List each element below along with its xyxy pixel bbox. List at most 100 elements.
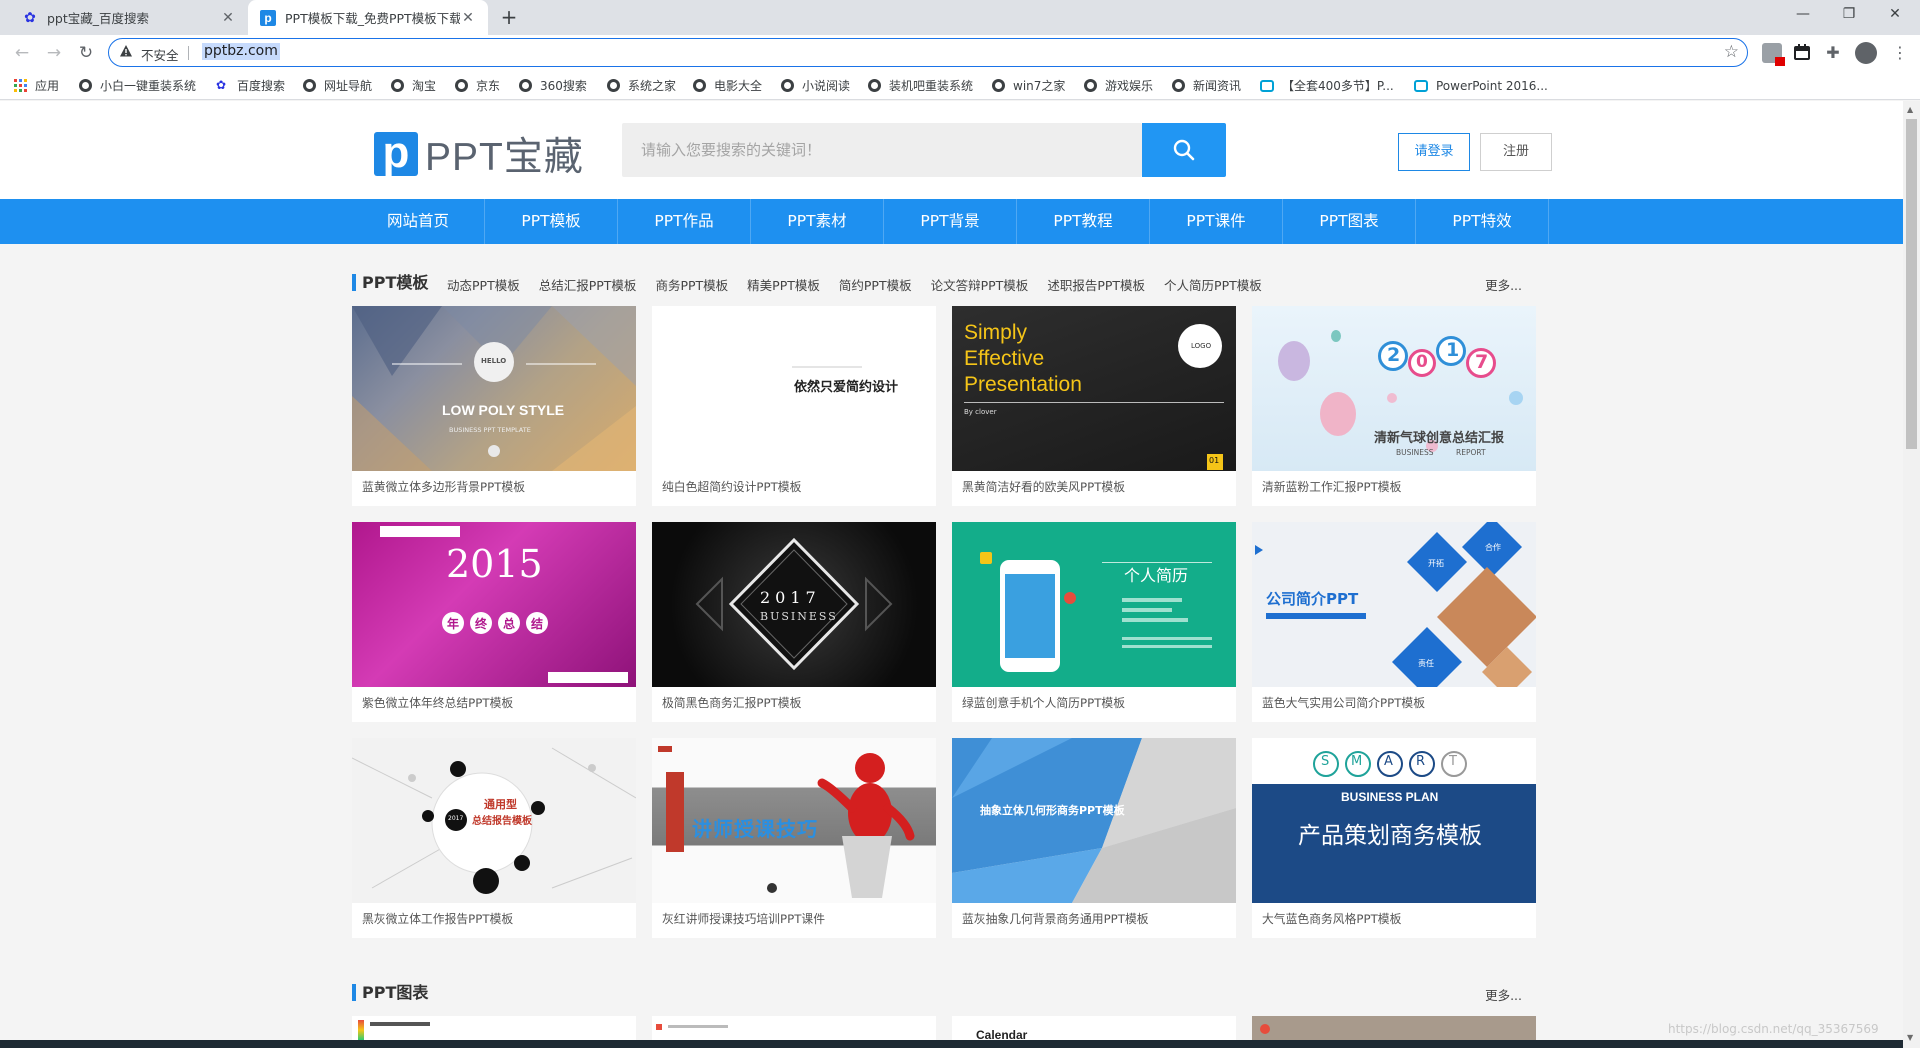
template-thumbnail[interactable]: HELLO LOW POLY STYLE BUSINESS PPT TEMPLA… — [352, 306, 636, 471]
bookmark-item[interactable]: PowerPoint 2016... — [1414, 77, 1548, 94]
profile-avatar-icon[interactable] — [1855, 42, 1877, 64]
template-card[interactable]: 2015 年 终 总 结 紫色微立体年终总结PPT模板 — [352, 522, 636, 722]
close-icon[interactable]: ✕ — [220, 10, 236, 26]
close-icon[interactable]: ✕ — [460, 10, 476, 26]
template-thumbnail[interactable]: 通用型 总结报告模板 2017 — [352, 738, 636, 903]
template-card[interactable]: 2017 BUSINESS 极简黑色商务汇报PPT模板 — [652, 522, 936, 722]
login-button[interactable]: 请登录 — [1398, 133, 1470, 171]
template-card[interactable]: HELLO LOW POLY STYLE BUSINESS PPT TEMPLA… — [352, 306, 636, 506]
template-card[interactable]: 依然只爱简约设计 纯白色超简约设计PPT模板 — [652, 306, 936, 506]
search-button[interactable] — [1142, 123, 1226, 177]
search-input[interactable] — [622, 123, 1142, 177]
template-title[interactable]: 蓝色大气实用公司简介PPT模板 — [1262, 694, 1425, 711]
template-title[interactable]: 紫色微立体年终总结PPT模板 — [362, 694, 513, 711]
url-text[interactable]: pptbz.com — [202, 43, 280, 60]
window-close-icon[interactable]: ✕ — [1872, 0, 1918, 30]
template-title[interactable]: 蓝黄微立体多边形背景PPT模板 — [362, 478, 525, 495]
extension-icon[interactable] — [1762, 43, 1785, 66]
subcategory-link[interactable]: 动态PPT模板 — [447, 275, 520, 294]
template-title[interactable]: 黑灰微立体工作报告PPT模板 — [362, 910, 513, 927]
scroll-up-arrow-icon[interactable]: ▲ — [1907, 105, 1913, 114]
nav-item-works[interactable]: PPT作品 — [618, 199, 751, 244]
forward-arrow-icon[interactable]: → — [42, 41, 66, 65]
nav-item-charts[interactable]: PPT图表 — [1283, 199, 1416, 244]
bookmark-star-icon[interactable]: ☆ — [1724, 42, 1739, 62]
template-card[interactable]: 通用型 总结报告模板 2017 黑灰微立体工作报告PPT模板 — [352, 738, 636, 938]
puzzle-extensions-icon[interactable]: ✚ — [1823, 43, 1843, 63]
template-thumbnail[interactable]: S M A R T BUSINESS PLAN 产品策划商务模板 — [1252, 738, 1536, 903]
template-thumbnail[interactable]: 抽象立体几何形商务PPT模板 — [952, 738, 1236, 903]
template-title[interactable]: 大气蓝色商务风格PPT模板 — [1262, 910, 1401, 927]
bookmark-item[interactable]: 新闻资讯 — [1172, 77, 1241, 94]
bookmark-item[interactable]: 【全套400多节】P... — [1260, 77, 1394, 94]
template-title[interactable]: 黑黄简洁好看的欧美风PPT模板 — [962, 478, 1125, 495]
bookmark-item[interactable]: 电影大全 — [693, 77, 762, 94]
template-thumbnail[interactable]: 2 0 1 7 清新气球创意总结汇报 BUSINESS REPORT — [1252, 306, 1536, 471]
template-thumbnail[interactable]: Simply Effective Presentation By clover … — [952, 306, 1236, 471]
nav-item-effects[interactable]: PPT特效 — [1416, 199, 1549, 244]
nav-item-home[interactable]: 网站首页 — [352, 199, 485, 244]
template-title[interactable]: 纯白色超简约设计PPT模板 — [662, 478, 801, 495]
section-title[interactable]: PPT图表 — [362, 983, 428, 1002]
reload-icon[interactable]: ↻ — [74, 41, 98, 65]
register-button[interactable]: 注册 — [1480, 133, 1552, 171]
scrollbar-thumb[interactable] — [1906, 119, 1917, 449]
nav-item-tutorials[interactable]: PPT教程 — [1017, 199, 1150, 244]
template-card[interactable]: 讲师授课技巧 灰红讲师授课技巧培训PPT课件 — [652, 738, 936, 938]
bookmark-item[interactable]: 系统之家 — [607, 77, 676, 94]
template-title[interactable]: 清新蓝粉工作汇报PPT模板 — [1262, 478, 1401, 495]
subcategory-link[interactable]: 论文答辩PPT模板 — [931, 275, 1029, 294]
subcategory-link[interactable]: 述职报告PPT模板 — [1047, 275, 1145, 294]
nav-item-courseware[interactable]: PPT课件 — [1150, 199, 1283, 244]
template-title[interactable]: 灰红讲师授课技巧培训PPT课件 — [662, 910, 825, 927]
nav-item-backgrounds[interactable]: PPT背景 — [884, 199, 1017, 244]
subcategory-link[interactable]: 个人简历PPT模板 — [1164, 275, 1262, 294]
more-link[interactable]: 更多... — [1485, 275, 1522, 294]
kebab-menu-icon[interactable]: ⋮ — [1890, 43, 1910, 63]
template-thumbnail[interactable]: 2017 BUSINESS — [652, 522, 936, 687]
template-title[interactable]: 极简黑色商务汇报PPT模板 — [662, 694, 801, 711]
restore-icon[interactable]: ❐ — [1826, 0, 1872, 30]
scroll-down-arrow-icon[interactable]: ▼ — [1907, 1033, 1913, 1042]
template-card[interactable]: 开拓 合作 责任 公司简介PPT 蓝色大气实用公司简介PPT模板 — [1252, 522, 1536, 722]
template-title[interactable]: 绿蓝创意手机个人简历PPT模板 — [962, 694, 1125, 711]
bookmark-item[interactable]: ✿ 百度搜索 — [216, 77, 285, 94]
subcategory-link[interactable]: 精美PPT模板 — [747, 275, 820, 294]
minimize-icon[interactable]: — — [1780, 0, 1826, 30]
insecure-label[interactable]: 不安全 — [141, 45, 179, 64]
bookmark-item[interactable]: 淘宝 — [391, 77, 436, 94]
template-card[interactable]: S M A R T BUSINESS PLAN 产品策划商务模板 大气蓝色商务风… — [1252, 738, 1536, 938]
vertical-scrollbar[interactable]: ▲ ▼ — [1903, 101, 1920, 1048]
bookmark-item[interactable]: 网址导航 — [303, 77, 372, 94]
site-logo[interactable]: p PPT宝藏 — [374, 126, 584, 182]
more-link[interactable]: 更多... — [1485, 985, 1522, 1004]
template-card[interactable]: 2 0 1 7 清新气球创意总结汇报 BUSINESS REPORT 清新蓝粉工… — [1252, 306, 1536, 506]
bookmark-item[interactable]: 小白一键重装系统 — [79, 77, 196, 94]
template-thumbnail[interactable]: 讲师授课技巧 — [652, 738, 936, 903]
new-tab-button[interactable]: + — [498, 6, 520, 28]
subcategory-link[interactable]: 总结汇报PPT模板 — [539, 275, 637, 294]
template-thumbnail[interactable]: 依然只爱简约设计 — [652, 306, 936, 471]
bookmark-item[interactable]: win7之家 — [992, 77, 1065, 94]
template-card[interactable]: 抽象立体几何形商务PPT模板 蓝灰抽象几何背景商务通用PPT模板 — [952, 738, 1236, 938]
template-thumbnail[interactable]: 2015 年 终 总 结 — [352, 522, 636, 687]
subcategory-link[interactable]: 商务PPT模板 — [655, 275, 728, 294]
extension-calendar-icon[interactable] — [1792, 43, 1812, 63]
browser-tab-baidu[interactable]: ✿ ppt宝藏_百度搜索 ✕ — [10, 0, 248, 35]
bookmark-item[interactable]: 京东 — [455, 77, 500, 94]
template-card[interactable]: Simply Effective Presentation By clover … — [952, 306, 1236, 506]
bookmark-item[interactable]: 360搜索 — [519, 77, 587, 94]
template-title[interactable]: 蓝灰抽象几何背景商务通用PPT模板 — [962, 910, 1149, 927]
back-arrow-icon[interactable]: ← — [10, 41, 34, 65]
nav-item-materials[interactable]: PPT素材 — [751, 199, 884, 244]
bookmark-item[interactable]: 小说阅读 — [781, 77, 850, 94]
address-bar[interactable]: 不安全 pptbz.com ☆ — [108, 38, 1748, 67]
bookmark-item[interactable]: 游戏娱乐 — [1084, 77, 1153, 94]
nav-item-templates[interactable]: PPT模板 — [485, 199, 618, 244]
browser-tab-pptbz[interactable]: p PPT模板下载_免费PPT模板下载... ✕ — [248, 0, 488, 35]
bookmark-apps[interactable]: 应用 — [14, 77, 59, 94]
section-title[interactable]: PPT模板 — [362, 273, 428, 292]
template-thumbnail[interactable]: 个人简历 — [952, 522, 1236, 687]
template-card[interactable]: 个人简历 绿蓝创意手机个人简历PPT模板 — [952, 522, 1236, 722]
subcategory-link[interactable]: 简约PPT模板 — [839, 275, 912, 294]
